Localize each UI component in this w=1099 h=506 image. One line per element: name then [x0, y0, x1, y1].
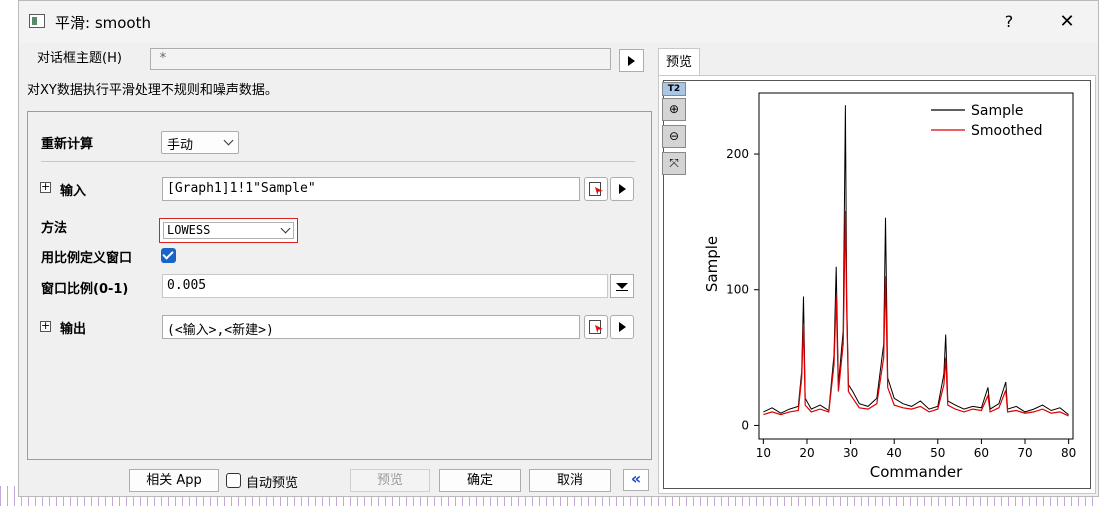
output-label: 输出	[60, 322, 87, 337]
input-expand-icon[interactable]: +	[40, 181, 51, 193]
window-ratio-dropdown[interactable]	[610, 274, 634, 298]
x-tick-label: 50	[930, 446, 945, 460]
window-title: 平滑: smooth	[55, 14, 151, 32]
theme-menu-button[interactable]	[619, 49, 644, 72]
method-select-value: LOWESS	[167, 223, 211, 237]
series-line-smoothed	[763, 210, 1069, 417]
plot-series	[763, 105, 1069, 417]
related-app-button[interactable]: 相关 App	[129, 469, 219, 492]
input-field[interactable]: [Graph1]1!1"Sample"	[162, 177, 580, 201]
preview-button[interactable]: 预览	[350, 469, 430, 492]
use-ratio-checkbox[interactable]	[161, 248, 176, 263]
input-menu-button[interactable]	[610, 177, 634, 201]
x-tick-label: 40	[887, 446, 902, 460]
recalc-select[interactable]: 手动	[161, 131, 239, 154]
help-button[interactable]: ?	[997, 9, 1021, 35]
recalc-label: 重新计算	[41, 137, 94, 152]
use-ratio-label: 用比例定义窗口	[41, 251, 133, 266]
window-ratio-field[interactable]: 0.005	[162, 274, 608, 298]
smooth-preview-chart: 0 100 200 10 20 30 40 50 60 70 80 Commander Sampl…	[703, 92, 1076, 481]
tab-preview[interactable]: 预览	[658, 48, 700, 76]
legend-label: Smoothed	[971, 123, 1043, 139]
y-tick-label: 200	[726, 147, 749, 161]
chevron-down-icon	[223, 135, 234, 146]
x-tick-label: 30	[843, 446, 858, 460]
output-menu-button[interactable]	[610, 315, 634, 339]
input-label: 输入	[60, 184, 87, 199]
method-select-box: LOWESS	[163, 222, 294, 239]
theme-field[interactable]: *	[150, 48, 611, 70]
y-axis-label: Sample	[703, 236, 721, 292]
title-bar[interactable]: 平滑: smooth ? ✕	[19, 1, 1098, 43]
ok-button[interactable]: 确定	[439, 469, 521, 492]
plot-frame	[758, 92, 1074, 440]
auto-preview-label: 自动预览	[246, 476, 299, 491]
y-tick-label: 0	[741, 418, 749, 432]
cancel-button[interactable]: 取消	[529, 469, 611, 492]
x-tick-label: 60	[974, 446, 989, 460]
output-picker-icon[interactable]	[584, 315, 608, 339]
chart-legend: Sample Smoothed	[931, 103, 1043, 139]
x-axis: 10 20 30 40 50 60 70 80	[756, 439, 1076, 460]
x-tick-label: 80	[1061, 446, 1076, 460]
input-picker-icon[interactable]	[584, 177, 608, 201]
y-axis: 0 100 200	[726, 147, 759, 432]
dialog-description: 对XY数据执行平滑处理不规则和噪声数据。	[27, 83, 278, 98]
legend-label: Sample	[971, 103, 1024, 119]
window-ratio-label: 窗口比例(0-1)	[41, 282, 129, 297]
series-line-sample	[763, 105, 1069, 415]
output-expand-icon[interactable]: +	[40, 320, 51, 332]
y-tick-label: 100	[726, 283, 749, 297]
divider	[41, 161, 635, 162]
method-label: 方法	[41, 221, 68, 236]
x-tick-label: 70	[1017, 446, 1032, 460]
method-select[interactable]: LOWESS	[159, 218, 298, 243]
output-field[interactable]: (<输入>,<新建>)	[162, 315, 580, 339]
x-axis-label: Commander	[870, 463, 963, 481]
auto-preview-checkbox[interactable]	[226, 473, 241, 488]
x-tick-label: 10	[756, 446, 771, 460]
close-button[interactable]: ✕	[1053, 9, 1081, 35]
app-window-icon	[29, 14, 45, 28]
theme-label: 对话框主题(H)	[37, 51, 122, 66]
x-tick-label: 20	[799, 446, 814, 460]
smooth-dialog: 平滑: smooth ? ✕ 对话框主题(H) * 对XY数据执行平滑处理不规则…	[18, 0, 1099, 497]
recalc-select-value: 手动	[167, 138, 194, 153]
collapse-panel-button[interactable]: «	[623, 469, 649, 491]
chevron-down-icon	[280, 223, 291, 234]
